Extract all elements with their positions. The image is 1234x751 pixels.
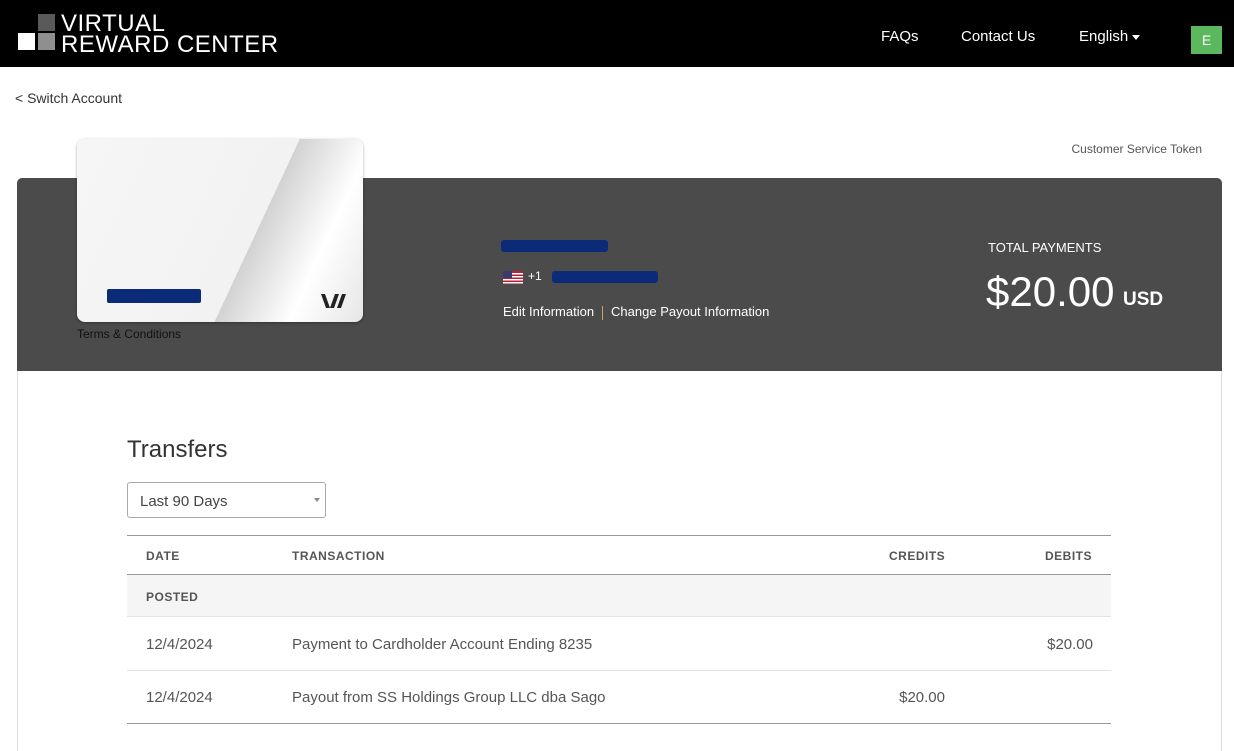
redacted-cardholder-name bbox=[107, 289, 201, 303]
phone-country-code: +1 bbox=[528, 269, 542, 283]
row-date: 12/4/2024 bbox=[146, 636, 213, 653]
table-row: 12/4/2024 Payout from SS Holdings Group … bbox=[127, 670, 1111, 724]
logo-square-icon bbox=[38, 14, 55, 31]
date-range-select[interactable]: Last 90 Days bbox=[127, 482, 326, 518]
table-top-border bbox=[127, 535, 1111, 536]
redacted-phone-number bbox=[552, 271, 658, 283]
nav-faqs-link[interactable]: FAQs bbox=[881, 28, 919, 45]
row-transaction: Payment to Cardholder Account Ending 823… bbox=[292, 636, 593, 653]
logo-text-line2: REWARD CENTER bbox=[61, 31, 279, 58]
total-payments-currency: USD bbox=[1123, 289, 1164, 310]
top-bar: VIRTUAL REWARD CENTER FAQs Contact Us En… bbox=[0, 0, 1234, 67]
transfers-heading: Transfers bbox=[127, 436, 228, 463]
row-credits: $20.00 bbox=[899, 689, 945, 706]
vrc-card-logo-icon bbox=[321, 294, 346, 308]
link-divider bbox=[602, 305, 604, 320]
column-header-debits: DEBITS bbox=[1045, 549, 1093, 563]
us-flag-icon bbox=[503, 271, 523, 284]
logo-square-icon bbox=[38, 33, 55, 50]
column-header-credits: CREDITS bbox=[889, 549, 946, 563]
switch-account-link[interactable]: < Switch Account bbox=[15, 90, 122, 106]
row-date: 12/4/2024 bbox=[146, 689, 213, 706]
language-label: English bbox=[1079, 28, 1129, 45]
user-avatar[interactable]: E bbox=[1191, 26, 1222, 54]
posted-group-label: POSTED bbox=[146, 590, 199, 604]
column-header-transaction: TRANSACTION bbox=[292, 549, 385, 563]
date-range-value: Last 90 Days bbox=[140, 493, 228, 510]
terms-conditions-link[interactable]: Terms & Conditions bbox=[77, 327, 181, 341]
change-payout-link[interactable]: Change Payout Information bbox=[611, 304, 769, 319]
brand-logo[interactable]: VIRTUAL REWARD CENTER bbox=[16, 12, 279, 60]
edit-information-link[interactable]: Edit Information bbox=[503, 304, 594, 319]
chevron-down-icon bbox=[314, 498, 320, 502]
redacted-account-name bbox=[501, 240, 608, 252]
total-payments-amount: $20.00 bbox=[986, 268, 1115, 315]
total-payments-label: TOTAL PAYMENTS bbox=[988, 240, 1102, 255]
table-bottom-border bbox=[127, 723, 1111, 724]
row-transaction: Payout from SS Holdings Group LLC dba Sa… bbox=[292, 689, 606, 706]
caret-down-icon bbox=[1132, 34, 1141, 40]
column-header-date: DATE bbox=[146, 549, 180, 563]
posted-group-row: POSTED bbox=[127, 575, 1111, 617]
table-row: 12/4/2024 Payment to Cardholder Account … bbox=[127, 617, 1111, 671]
customer-service-token-link[interactable]: Customer Service Token bbox=[1072, 142, 1203, 156]
nav-contact-link[interactable]: Contact Us bbox=[961, 28, 1035, 45]
language-dropdown[interactable]: English bbox=[1079, 28, 1141, 45]
profile-links: Edit Information Change Payout Informatio… bbox=[503, 304, 769, 320]
row-debits: $20.00 bbox=[1047, 636, 1093, 653]
logo-square-icon bbox=[18, 33, 35, 50]
reward-card-image bbox=[77, 139, 363, 322]
